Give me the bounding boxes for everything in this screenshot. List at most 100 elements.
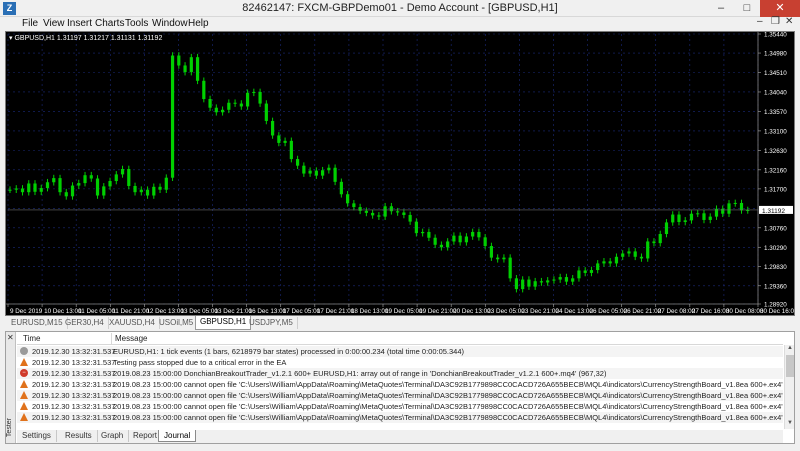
candle-body	[27, 183, 31, 193]
candle-body	[258, 91, 262, 104]
maximize-button[interactable]: □	[734, 0, 760, 17]
journal-row[interactable]: 2019.12.30 13:32:31.537 2019.08.23 15:00…	[17, 379, 783, 390]
journal-header: Time Message	[17, 333, 783, 345]
candle-body	[539, 281, 544, 283]
y-tick-label: 1.30760	[764, 225, 787, 232]
journal-row[interactable]: 2019.12.30 13:32:31.537 2019.08.23 15:00…	[17, 412, 783, 423]
chart-tab-eurusd-m15[interactable]: EURUSD,M15	[7, 317, 68, 329]
candle-body	[283, 140, 287, 143]
candle-body	[20, 188, 25, 193]
menu-view[interactable]: View	[43, 18, 65, 29]
candle-body	[646, 241, 650, 259]
candle-body	[677, 214, 681, 223]
scroll-thumb[interactable]	[786, 355, 794, 377]
journal-scrollbar[interactable]: ▲ ▼	[784, 345, 794, 429]
minimize-button[interactable]: –	[708, 0, 734, 17]
journal-row[interactable]: − 2019.12.30 13:32:31.537 2019.08.23 15:…	[17, 368, 783, 379]
candle-body	[120, 169, 125, 175]
menu-help[interactable]: Help	[188, 18, 209, 29]
candle-body	[308, 170, 312, 174]
mdi-restore-button[interactable]: ❐	[771, 16, 780, 27]
x-tick-label: 11 Dec 21:00	[112, 308, 149, 315]
menu-window[interactable]: Window	[152, 18, 188, 29]
candle-body	[671, 214, 675, 223]
candle-body	[458, 235, 462, 243]
candle-body	[333, 167, 337, 182]
chart-canvas[interactable]: 1.31192 1.35440 1.34980 1.34510 1.34040 1.335…	[6, 32, 795, 316]
scroll-down-icon[interactable]: ▼	[785, 420, 795, 429]
candle-body	[564, 277, 569, 282]
error-icon: −	[20, 369, 28, 377]
candle-body	[664, 222, 669, 235]
candle-body	[464, 236, 469, 243]
candle-body	[433, 237, 437, 245]
candle-body	[608, 261, 612, 264]
candle-body	[227, 102, 231, 110]
window-title: 82462147: FXCM-GBPDemo01 - Demo Account …	[242, 2, 558, 14]
chart-tab-usoil-m5[interactable]: USOil,M5	[155, 317, 199, 329]
tab-journal[interactable]: Journal	[158, 430, 197, 442]
chart-tab-ger30-h4[interactable]: GER30,H4	[61, 317, 109, 329]
close-icon[interactable]: ✕	[7, 333, 14, 342]
y-tick-label: 1.33570	[764, 109, 787, 116]
menu-file[interactable]: File	[22, 18, 38, 29]
menu-insert[interactable]: Insert	[67, 18, 92, 29]
candle-body	[64, 192, 68, 197]
tester-label: Tester	[6, 418, 13, 438]
candle-body	[245, 92, 250, 107]
close-button[interactable]: ✕	[760, 0, 800, 17]
x-tick-label: 19 Dec 05:00	[385, 308, 423, 315]
tab-settings[interactable]: Settings	[17, 430, 57, 442]
candle-body	[108, 181, 112, 187]
candle-body	[233, 102, 237, 104]
column-divider[interactable]	[111, 333, 112, 345]
x-tick-label: 26 Dec 05:00	[590, 308, 628, 315]
log-time: 2019.12.30 13:32:31.537	[32, 413, 116, 422]
log-message: 2019.08.23 15:00:00 cannot open file 'C:…	[113, 413, 783, 422]
candle-body	[396, 211, 400, 213]
candle-body	[389, 206, 393, 212]
candle-body	[446, 241, 450, 248]
mdi-close-button[interactable]: ✕	[785, 16, 793, 27]
candle-body	[627, 251, 631, 254]
log-time: 2019.12.30 13:32:31.537	[32, 358, 116, 367]
journal-row[interactable]: 2019.12.30 13:32:31.537 2019.08.23 15:00…	[17, 401, 783, 412]
candle-body	[508, 257, 512, 279]
menu-charts[interactable]: Charts	[95, 18, 124, 29]
chart-tab-gbpusd-h1[interactable]: GBPUSD,H1	[195, 316, 252, 330]
mdi-minimize-button[interactable]: –	[757, 16, 763, 27]
scroll-up-icon[interactable]: ▲	[785, 345, 795, 354]
price-chart[interactable]: 1.31192 1.35440 1.34980 1.34510 1.34040 1.335…	[5, 31, 795, 316]
column-header-message[interactable]: Message	[115, 334, 147, 343]
x-tick-label: 18 Dec 13:00	[351, 308, 389, 315]
candle-body	[8, 189, 12, 191]
warning-icon	[20, 380, 28, 388]
chart-tab-xauusd-h4[interactable]: XAUUSD,H4	[105, 317, 160, 329]
x-tick-label: 16 Dec 13:00	[249, 308, 287, 315]
candle-body	[721, 208, 725, 214]
candle-body	[602, 261, 606, 264]
log-time: 2019.12.30 13:32:31.537	[32, 380, 116, 389]
candle-body	[195, 57, 200, 81]
journal-row[interactable]: 2019.12.30 13:32:31.537 EURUSD,H1: 1 tic…	[17, 346, 783, 357]
tab-graph[interactable]: Graph	[96, 430, 130, 442]
candle-body	[102, 186, 106, 196]
tester-tabs: Settings Results Graph Report Journal	[17, 430, 783, 443]
candle-body	[70, 185, 75, 197]
journal-row[interactable]: 2019.12.30 13:32:31.537 2019.08.23 15:00…	[17, 390, 783, 401]
candle-body	[127, 169, 131, 186]
candle-body	[33, 183, 37, 192]
candle-body	[727, 203, 731, 214]
candle-body	[89, 175, 93, 179]
tester-sidebar: ✕ Tester	[6, 332, 16, 443]
menu-tools[interactable]: Tools	[125, 18, 148, 29]
candle-body	[220, 109, 225, 113]
candle-body	[77, 183, 81, 186]
y-tick-label: 1.34980	[764, 51, 787, 58]
column-header-time[interactable]: Time	[23, 334, 40, 343]
journal-row[interactable]: 2019.12.30 13:32:31.537 Testing pass sto…	[17, 357, 783, 368]
candle-body	[364, 210, 368, 213]
tab-results[interactable]: Results	[60, 430, 98, 442]
chart-tab-usdjpy-m5[interactable]: USDJPY,M5	[245, 317, 298, 329]
candle-body	[371, 212, 375, 216]
